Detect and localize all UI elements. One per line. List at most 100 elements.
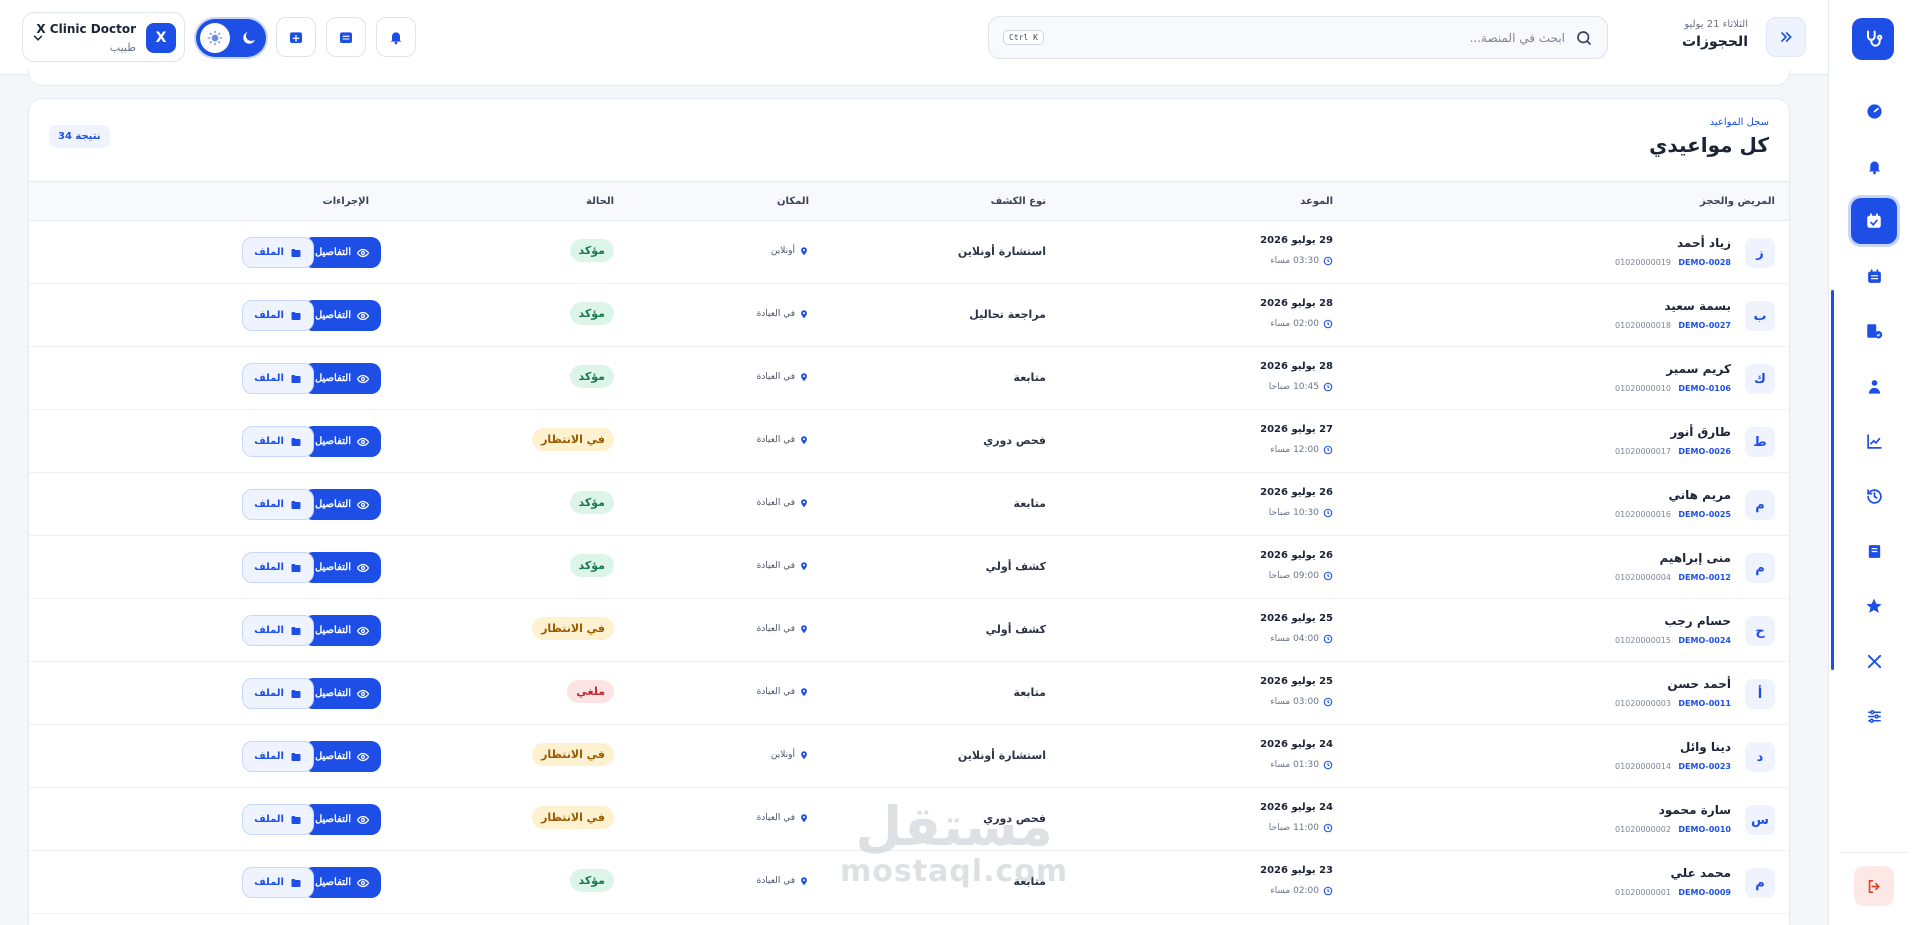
column-type: نوع الكشف (990, 195, 1046, 207)
file-button[interactable]: الملف (242, 300, 314, 331)
visit-type: متابعة (1013, 497, 1046, 510)
file-button[interactable]: الملف (242, 615, 314, 646)
patient-name[interactable]: طارق أنور (1670, 425, 1731, 439)
patient-initial: ب (1745, 301, 1775, 331)
details-button[interactable]: التفاصيل (302, 552, 381, 583)
file-button[interactable]: الملف (242, 552, 314, 583)
search-icon (1577, 30, 1591, 45)
table-row[interactable]: ز زياد أحمد DEMO-0028 01020000019 29 يول… (29, 221, 1789, 284)
logout-button[interactable] (1854, 866, 1894, 906)
sidebar-item-calendar[interactable] (1851, 253, 1897, 299)
appointment-time: 03:30 مساء (1270, 256, 1333, 266)
details-button[interactable]: التفاصيل (302, 363, 381, 394)
details-button[interactable]: التفاصيل (302, 678, 381, 709)
details-label: التفاصيل (314, 310, 351, 321)
calendar-plus-icon (290, 32, 302, 43)
theme-toggle[interactable] (196, 19, 266, 57)
user-role: طبيب (109, 41, 136, 54)
folder-open-icon (291, 374, 301, 383)
user-name: X Clinic Doctor (36, 22, 136, 36)
patient-name[interactable]: حسام رجب (1664, 614, 1731, 628)
sidebar-item-settings[interactable] (1851, 693, 1897, 739)
sidebar-item-reports[interactable] (1851, 418, 1897, 464)
bell-icon (390, 32, 402, 45)
details-button[interactable]: التفاصيل (302, 237, 381, 268)
appointment-time: 12:00 مساء (1270, 445, 1333, 455)
map-pin-icon (801, 688, 807, 697)
patient-name[interactable]: دينا وائل (1680, 740, 1731, 754)
eye-icon (357, 689, 369, 698)
sidebar-item-records[interactable] (1851, 528, 1897, 574)
search-input[interactable] (1043, 30, 1565, 45)
calendar-button[interactable] (326, 17, 366, 57)
table-row[interactable]: ح حسام رجب DEMO-0024 01020000015 25 يولي… (29, 599, 1789, 662)
appointment-time-text: 03:30 مساء (1270, 256, 1319, 266)
file-button[interactable]: الملف (242, 426, 314, 457)
patient-name[interactable]: أحمد حسن (1667, 677, 1731, 691)
table-row[interactable]: أ أحمد حسن DEMO-0011 01020000003 25 يولي… (29, 662, 1789, 725)
map-pin-icon (801, 499, 807, 508)
collapse-sidebar-button[interactable] (1766, 17, 1806, 57)
notifications-button[interactable] (376, 17, 416, 57)
file-button[interactable]: الملف (242, 741, 314, 772)
table-row[interactable]: ك كريم سمير DEMO-0106 01020000010 28 يول… (29, 347, 1789, 410)
file-label: الملف (254, 814, 284, 825)
sidebar-item-tools[interactable] (1851, 638, 1897, 684)
patient-name[interactable]: بسمة سعيد (1664, 299, 1731, 313)
booking-code: DEMO-0023 (1678, 762, 1731, 771)
patient-name[interactable]: مريم هاني (1669, 488, 1731, 502)
column-location: المكان (777, 195, 809, 207)
patient-name[interactable]: محمد علي (1671, 866, 1731, 880)
file-button[interactable]: الملف (242, 678, 314, 709)
sidebar-item-history[interactable] (1851, 473, 1897, 519)
sidebar-item-notifications[interactable] (1851, 143, 1897, 189)
details-button[interactable]: التفاصيل (302, 741, 381, 772)
table-row[interactable]: د دينا وائل DEMO-0023 01020000014 24 يول… (29, 725, 1789, 788)
table-row[interactable]: ب بسمة سعيد DEMO-0027 01020000018 28 يول… (29, 284, 1789, 347)
file-label: الملف (254, 877, 284, 888)
details-button[interactable]: التفاصيل (302, 867, 381, 898)
appointment-time-text: 02:00 مساء (1270, 319, 1319, 329)
table-row[interactable]: م مريم هاني DEMO-0025 01020000016 26 يول… (29, 473, 1789, 536)
file-button[interactable]: الملف (242, 804, 314, 835)
sidebar-item-clinics[interactable] (1851, 308, 1897, 354)
table-row[interactable]: م منى إبراهيم DEMO-0012 01020000004 26 ي… (29, 536, 1789, 599)
appointment-date: 25 يوليو 2026 (1260, 676, 1333, 687)
user-profile-menu[interactable]: X X Clinic Doctor طبيب (22, 12, 185, 62)
file-button[interactable]: الملف (242, 867, 314, 898)
file-button[interactable]: الملف (242, 237, 314, 268)
visit-type: متابعة (1013, 371, 1046, 384)
file-button[interactable]: الملف (242, 363, 314, 394)
eye-icon (357, 563, 369, 572)
details-button[interactable]: التفاصيل (302, 426, 381, 457)
patient-name[interactable]: منى إبراهيم (1660, 551, 1731, 565)
sun-icon (200, 23, 230, 53)
chevron-down-icon (33, 35, 43, 41)
sliders-icon (1867, 709, 1881, 723)
sidebar-item-reviews[interactable] (1851, 583, 1897, 629)
patient-name[interactable]: كريم سمير (1666, 362, 1731, 376)
moon-icon (243, 32, 255, 44)
sidebar-item-appointments[interactable] (1851, 198, 1897, 244)
details-button[interactable]: التفاصيل (302, 300, 381, 331)
table-row[interactable]: ط طارق أنور DEMO-0026 01020000017 27 يول… (29, 410, 1789, 473)
details-button[interactable]: التفاصيل (302, 804, 381, 835)
add-appointment-button[interactable] (276, 17, 316, 57)
visit-type: استشارة أونلاين (957, 245, 1046, 258)
clinic-logo[interactable] (1852, 18, 1894, 60)
sidebar-scrollbar[interactable] (1831, 290, 1834, 670)
details-button[interactable]: التفاصيل (302, 615, 381, 646)
search-bar[interactable]: Ctrl K (988, 16, 1608, 59)
patient-phone: 01020000014 (1615, 762, 1671, 771)
patient-name[interactable]: زياد أحمد (1677, 236, 1731, 250)
visit-location: أونلاين (771, 750, 809, 760)
visit-location-text: في العيادة (756, 372, 795, 382)
appointment-time: 10:30 صباحا (1269, 508, 1333, 518)
table-header: المريض والحجز الموعد نوع الكشف المكان ال… (29, 181, 1789, 221)
patient-phone: 01020000019 (1615, 258, 1671, 267)
sidebar-item-doctors[interactable] (1851, 363, 1897, 409)
sidebar-item-dashboard[interactable] (1851, 88, 1897, 134)
patient-name[interactable]: سارة محمود (1659, 803, 1731, 817)
details-button[interactable]: التفاصيل (302, 489, 381, 520)
file-button[interactable]: الملف (242, 489, 314, 520)
